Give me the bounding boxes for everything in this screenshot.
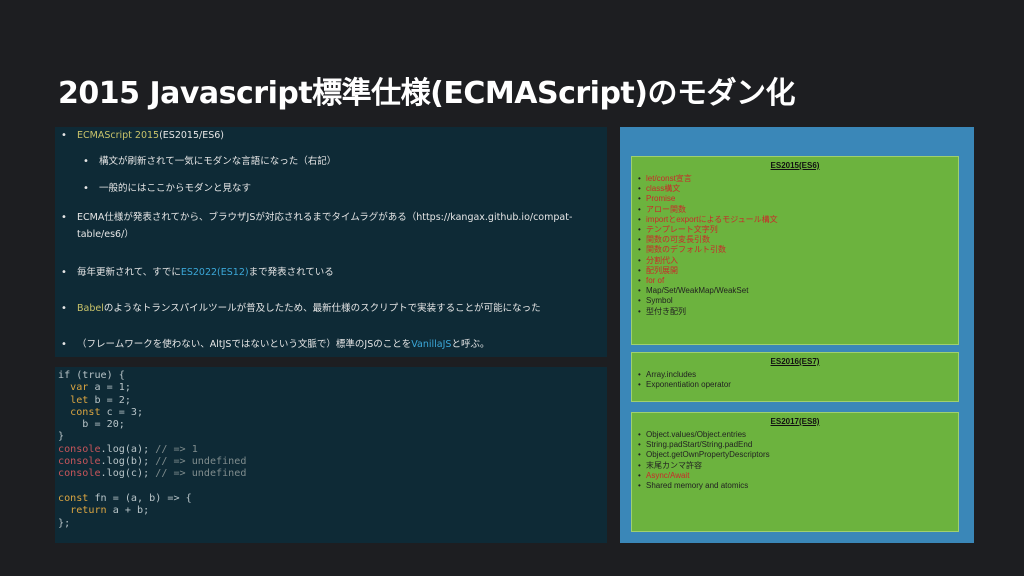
list-item: Object.getOwnPropertyDescriptors <box>638 450 958 460</box>
list-item: for of <box>638 276 958 286</box>
bullet-syntax-renewed: • 構文が刷新されて一気にモダンな言語になった（右記） <box>83 156 337 167</box>
bullet-panel: • ECMAScript 2015(ES2015/ES6) • 構文が刷新されて一気… <box>55 127 607 357</box>
es2016-box: ES2016(ES7) Array.includes Exponentiatio… <box>631 352 959 402</box>
code-block: if (true) { var a = 1; let b = 2; const … <box>55 367 607 543</box>
list-item: アロー関数 <box>638 205 958 215</box>
bullet-es2015: • ECMAScript 2015(ES2015/ES6) <box>61 130 224 141</box>
slide-title: 2015 Javascript標準仕様(ECMAScript)のモダン化 <box>58 76 795 111</box>
list-item: 分割代入 <box>638 256 958 266</box>
list-item: 末尾カンマ許容 <box>638 461 958 471</box>
es2017-heading: ES2017(ES8) <box>770 417 820 426</box>
list-item: 配列展開 <box>638 266 958 276</box>
bullet-considered-modern: • 一般的にはここからモダンと見なす <box>83 183 252 194</box>
bullet-browser-timelag: • ECMA仕様が発表されてから、ブラウザJSが対応されるまでタイムラグがある（h… <box>61 212 573 240</box>
list-item: Shared memory and atomics <box>638 481 958 491</box>
list-item: テンプレート文字列 <box>638 225 958 235</box>
list-item: Object.values/Object.entries <box>638 430 958 440</box>
list-item: Exponentiation operator <box>638 380 958 390</box>
list-item: Async/Await <box>638 471 958 481</box>
bullet-vanillajs: • （フレームワークを使わない、AltJSではないという文脈で）標準のJSのことを… <box>61 339 490 350</box>
list-item: 型付き配列 <box>638 307 958 317</box>
bullet-babel: • Babelのようなトランスパイルツールが普及したため、最新仕様のスクリプトで実… <box>61 303 541 314</box>
es2016-heading: ES2016(ES7) <box>770 357 820 366</box>
list-item: class構文 <box>638 184 958 194</box>
list-item: Promise <box>638 194 958 204</box>
bullet-yearly-updates: • 毎年更新されて、すでにES2022(ES12)まで発表されている <box>61 267 334 278</box>
list-item: importとexportによるモジュール構文 <box>638 215 958 225</box>
list-item: 関数の可変長引数 <box>638 235 958 245</box>
list-item: Symbol <box>638 296 958 306</box>
list-item: Array.includes <box>638 370 958 380</box>
es2015-box: ES2015(ES6) let/const宣言 class構文 Promise … <box>631 156 959 345</box>
es2017-box: ES2017(ES8) Object.values/Object.entries… <box>631 412 959 532</box>
code-text: if (true) { var a = 1; let b = 2; const … <box>58 370 247 529</box>
list-item: String.padStart/String.padEnd <box>638 440 958 450</box>
es2015-heading: ES2015(ES6) <box>770 161 820 170</box>
list-item: Map/Set/WeakMap/WeakSet <box>638 286 958 296</box>
list-item: let/const宣言 <box>638 174 958 184</box>
list-item: 関数のデフォルト引数 <box>638 245 958 255</box>
